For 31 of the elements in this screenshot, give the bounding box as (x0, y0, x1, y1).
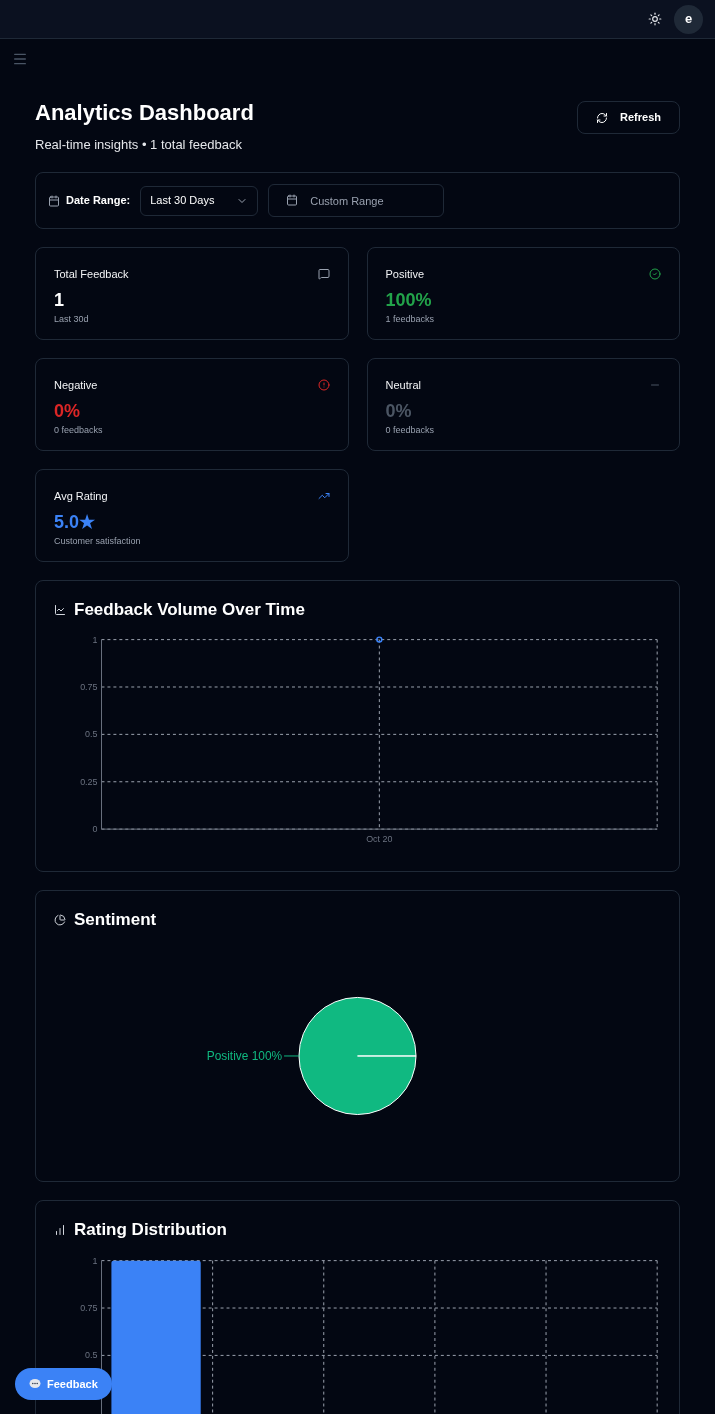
axis-label: 0.5 (85, 1349, 98, 1360)
stat-title: Negative (54, 378, 98, 393)
stat-title: Positive (385, 267, 425, 282)
axis-label: 0.25 (80, 776, 98, 787)
card-title: Sentiment (74, 909, 157, 931)
stat-title: Total Feedback (54, 267, 129, 282)
stat-note: Customer satisfaction (54, 535, 142, 548)
stat-value: 5.0★ (54, 510, 97, 533)
stat-value: 0% (385, 399, 413, 422)
stat-note: 0 feedbacks (54, 424, 104, 437)
stat-value: 100% (385, 288, 433, 311)
page-subtitle: Real-time insights • 1 total feedback (35, 135, 243, 154)
axis-label: 1 (92, 1255, 98, 1266)
stat-note: Last 30d (54, 313, 90, 326)
stat-value: 1 (54, 288, 65, 311)
stat-title: Neutral (385, 378, 421, 393)
axis-label: 0.75 (80, 681, 98, 692)
stat-value: 0% (54, 399, 81, 422)
slice-label: Positive 100% (206, 1048, 283, 1063)
card-title: Feedback Volume Over Time (74, 599, 305, 621)
axis-label: 1 (92, 634, 98, 645)
axis-label: 0 (92, 823, 98, 834)
date-range-label: Date Range: (66, 193, 131, 209)
axis-label: 0.75 (80, 1302, 98, 1313)
axis-label: 0.5 (85, 728, 98, 739)
card-title: Rating Distribution (74, 1219, 227, 1241)
stat-note: 1 feedbacks (385, 313, 436, 326)
axis-label: Oct 20 (366, 833, 393, 844)
stat-note: 0 feedbacks (385, 424, 436, 437)
page-title: Analytics Dashboard (35, 99, 254, 127)
stat-title: Avg Rating (54, 489, 108, 504)
